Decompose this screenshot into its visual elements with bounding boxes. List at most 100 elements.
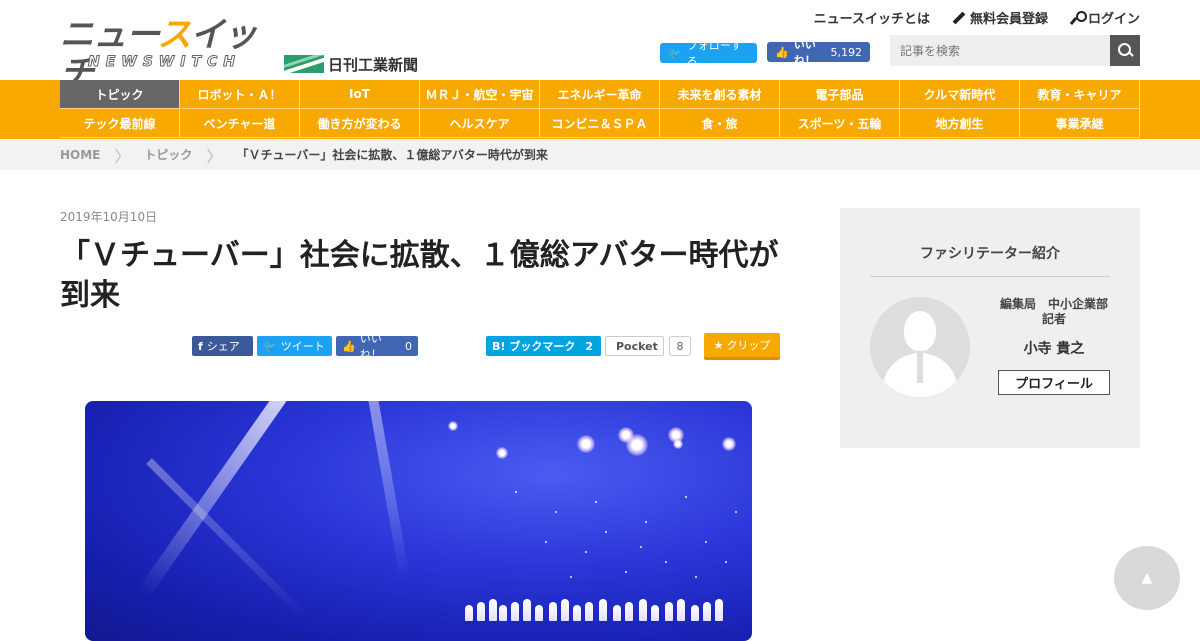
search-input[interactable] — [890, 35, 1110, 66]
hatena-count: 2 — [585, 339, 594, 353]
performer-figure — [651, 605, 659, 621]
nav-item[interactable]: 働き方が変わる — [300, 109, 420, 138]
sparkle — [545, 541, 547, 543]
sparkle — [645, 521, 647, 523]
thumbs-up-icon: 👍 — [775, 45, 789, 59]
stage-light — [448, 421, 458, 431]
performer-figure — [489, 599, 497, 621]
category-nav: トピック ロボット・Ａ！ IoT ＭＲＪ・航空・宇宙 エネルギー革命 未来を創る素材 電子部… — [0, 80, 1200, 139]
breadcrumb-current: 「Ｖチューバー」社会に拡散、１億総アバター時代が到来 — [236, 148, 548, 162]
nikkan-label: 日刊工業新聞 — [328, 55, 419, 74]
category-nav-grid: トピック ロボット・Ａ！ IoT ＭＲＪ・航空・宇宙 エネルギー革命 未来を創る素材 電子部… — [60, 80, 1140, 138]
performer-figure — [715, 599, 723, 621]
twitter-bird-icon: 🐦 — [263, 339, 277, 353]
performers-group — [465, 591, 725, 621]
back-to-top-button[interactable]: ▲ — [1114, 546, 1180, 610]
sparkle — [640, 546, 642, 548]
login-link[interactable]: ログイン — [1070, 8, 1140, 27]
facebook-icon: f — [198, 339, 203, 353]
nav-item[interactable]: ロボット・Ａ！ — [180, 80, 300, 109]
performer-figure — [561, 599, 569, 621]
about-link[interactable]: ニュースイッチとは — [814, 8, 930, 27]
arrow-up-icon: ▲ — [1141, 570, 1153, 586]
hatena-bookmark-button[interactable]: B! ブックマーク 2 — [486, 336, 601, 356]
nav-item[interactable]: クルマ新時代 — [900, 80, 1020, 109]
performer-figure — [677, 599, 685, 621]
facebook-like-count: 5,192 — [830, 45, 863, 59]
clip-button[interactable]: ★ クリップ — [704, 333, 780, 360]
twitter-follow-button[interactable]: 🐦 フォローする — [660, 39, 757, 68]
hatena-icon: B! — [492, 339, 506, 353]
performer-figure — [523, 599, 531, 621]
performer-figure — [499, 605, 507, 621]
nav-item[interactable]: 教育・キャリア — [1020, 80, 1140, 109]
logo-subtitle: NEWSWITCH — [88, 54, 241, 71]
facebook-share-button[interactable]: f シェア — [192, 336, 253, 356]
nav-item[interactable]: 未来を創る素材 — [660, 80, 780, 109]
search-box — [890, 35, 1140, 66]
performer-figure — [599, 599, 607, 621]
nav-item[interactable]: エネルギー革命 — [540, 80, 660, 109]
sparkle — [570, 576, 572, 578]
breadcrumb: HOME 〉 トピック 〉 「Ｖチューバー」社会に拡散、１億総アバター時代が到来 — [0, 139, 1200, 170]
nav-item[interactable]: スポーツ・五輪 — [780, 109, 900, 138]
nav-item[interactable]: 事業承継 — [1020, 109, 1140, 138]
performer-figure — [625, 602, 633, 621]
register-link[interactable]: 無料会員登録 — [952, 8, 1048, 27]
facilitator-sidebar: ファシリテーター紹介 編集局 中小企業部 記者 小寺 貴之 プロフィール — [840, 208, 1140, 448]
spotlight-beam — [137, 401, 298, 598]
chevron-right-icon: 〉 — [206, 146, 223, 166]
sparkle — [515, 491, 517, 493]
nav-item[interactable]: ＭＲＪ・航空・宇宙 — [420, 80, 540, 109]
performer-figure — [665, 602, 673, 621]
nav-item[interactable]: 電子部品 — [780, 80, 900, 109]
breadcrumb-section[interactable]: トピック — [144, 146, 192, 163]
nav-item[interactable]: トピック — [60, 80, 180, 109]
nikkan-mark-icon — [284, 55, 324, 73]
article-hero-image — [85, 401, 752, 641]
stage-light — [496, 447, 508, 459]
pocket-button[interactable]: Pocket — [605, 336, 664, 356]
performer-figure — [465, 605, 473, 621]
spotlight-beam — [365, 401, 410, 579]
performer-figure — [639, 599, 647, 621]
sidebar-title: ファシリテーター紹介 — [920, 246, 1060, 262]
star-icon: ★ — [713, 338, 724, 352]
facebook-like-button[interactable]: 👍 いいね！ 5,192 — [767, 38, 870, 67]
nav-item[interactable]: テック最前線 — [60, 109, 180, 138]
stage-light — [722, 437, 736, 451]
like-count: 0 — [405, 339, 412, 353]
performer-figure — [535, 605, 543, 621]
breadcrumb-home[interactable]: HOME — [60, 148, 100, 162]
nav-item[interactable]: 食・旅 — [660, 109, 780, 138]
nav-item[interactable]: コンビニ＆ＳＰＡ — [540, 109, 660, 138]
nav-item[interactable]: ヘルスケア — [420, 109, 540, 138]
nav-item[interactable]: 地方創生 — [900, 109, 1020, 138]
article-date: 2019年10月10日 — [60, 210, 158, 224]
author-department: 編集局 中小企業部 記者 — [999, 297, 1108, 326]
stage-light — [673, 439, 683, 449]
stage-light — [626, 434, 648, 456]
search-button[interactable] — [1110, 35, 1140, 66]
sparkle — [585, 551, 587, 553]
like-button[interactable]: 👍 いいね！ 0 — [336, 332, 418, 361]
tweet-button[interactable]: 🐦 ツイート — [257, 336, 332, 356]
sidebar-divider — [870, 276, 1110, 277]
pocket-count: 8 — [669, 336, 691, 356]
nav-item[interactable]: IoT — [300, 80, 420, 109]
nikkan-logo[interactable]: 日刊工業新聞 — [284, 54, 418, 74]
stage-light — [577, 435, 595, 453]
avatar-head — [904, 311, 936, 351]
sparkle — [725, 561, 727, 563]
pen-icon — [952, 11, 966, 25]
newswitch-logo[interactable]: ニュースイッチ NEWSWITCH — [60, 16, 282, 92]
author-name: 小寺 貴之 — [1023, 341, 1085, 357]
profile-button[interactable]: プロフィール — [998, 370, 1110, 395]
performer-figure — [703, 602, 711, 621]
article-title: 「Ｖチューバー」社会に拡散、１億総アバター時代が到来 — [60, 238, 779, 313]
site-header: ニュースイッチ NEWSWITCH 日刊工業新聞 ニュースイッチとは 無料会員登… — [0, 0, 1200, 92]
nav-item[interactable]: ベンチャー道 — [180, 109, 300, 138]
sparkle — [735, 511, 737, 513]
thumbs-up-icon: 👍 — [342, 339, 356, 353]
performer-figure — [511, 602, 519, 621]
